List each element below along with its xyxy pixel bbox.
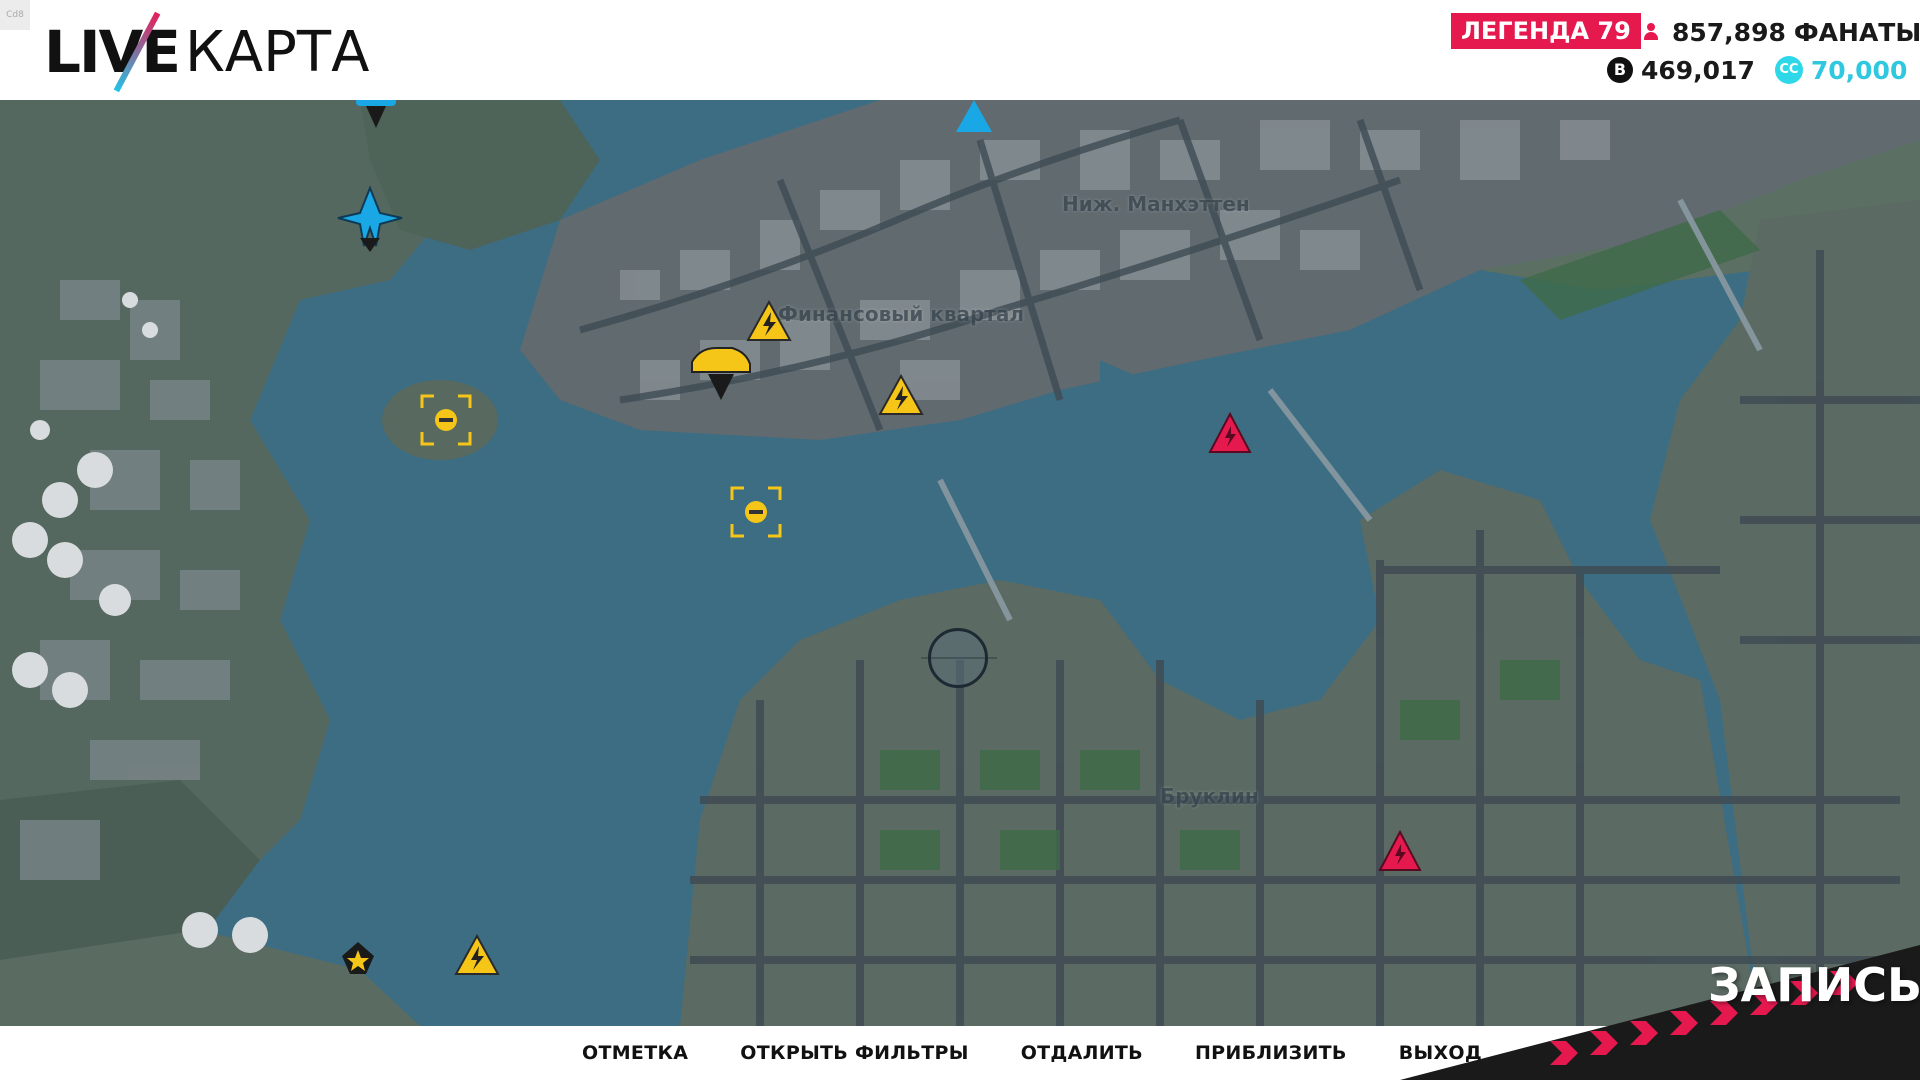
bank-coin-icon: B <box>1607 57 1633 83</box>
top-bar: Cd8 LIVE КАРТА ЛЕГЕНДА 79 857,898 ФАНАТЫ… <box>0 0 1920 100</box>
district-label-lower-manhattan: Ниж. Манхэттен <box>1062 192 1250 216</box>
fans-counter: 857,898 ФАНАТЫ <box>1644 14 1920 50</box>
logo-live-text: LIVE <box>44 18 181 86</box>
currency-row: B 469,017 CC 70,000 <box>1607 52 1907 88</box>
lightning-event-icon[interactable] <box>878 374 924 418</box>
open-filters-button[interactable]: ОТКРЫТЬ ФИЛЬТРЫ <box>740 1042 968 1064</box>
logo-map-text: КАРТА <box>185 19 370 85</box>
zoom-out-button[interactable]: ОТДАЛИТЬ <box>1021 1042 1143 1064</box>
rank-badge: ЛЕГЕНДА 79 <box>1451 13 1641 49</box>
photo-spot-icon[interactable] <box>418 392 474 448</box>
cc-value: 70,000 <box>1810 55 1908 85</box>
footer-actions: ОТМЕТКА ОТКРЫТЬ ФИЛЬТРЫ ОТДАЛИТЬ ПРИБЛИЗ… <box>582 1026 1482 1080</box>
district-label-brooklyn: Бруклин <box>1160 784 1259 808</box>
district-label-financial: Финансовый квартал <box>778 302 1025 326</box>
fans-count: 857,898 <box>1672 17 1786 47</box>
mark-button[interactable]: ОТМЕТКА <box>582 1042 688 1064</box>
star-garage-icon[interactable] <box>340 940 376 976</box>
photo-spot-icon[interactable] <box>728 484 784 540</box>
zoom-in-button[interactable]: ПРИБЛИЗИТЬ <box>1195 1042 1347 1064</box>
airplane-event-icon[interactable] <box>336 100 416 138</box>
blue-waypoint-icon[interactable] <box>952 100 996 138</box>
map-cursor[interactable] <box>921 628 997 688</box>
player-car-icon[interactable] <box>686 340 756 404</box>
airplane-event-icon[interactable] <box>330 178 410 258</box>
record-label: ЗАПИСЬ <box>1708 958 1920 1012</box>
lightning-event-icon[interactable] <box>454 934 500 978</box>
live-map-logo: LIVE КАРТА <box>44 11 370 93</box>
fans-label: ФАНАТЫ <box>1793 17 1920 47</box>
corner-tag: Cd8 <box>0 0 30 30</box>
lightning-event-icon[interactable] <box>746 300 792 344</box>
fans-icon <box>1644 22 1664 42</box>
cc-coin-icon: CC <box>1774 56 1803 84</box>
map-terrain <box>0 100 1920 1026</box>
rival-event-icon[interactable] <box>1208 412 1252 456</box>
bank-value: 469,017 <box>1641 55 1755 85</box>
rival-event-icon[interactable] <box>1378 830 1422 874</box>
live-map[interactable]: Ниж. Манхэттен Финансовый квартал Брукли… <box>0 100 1920 1026</box>
